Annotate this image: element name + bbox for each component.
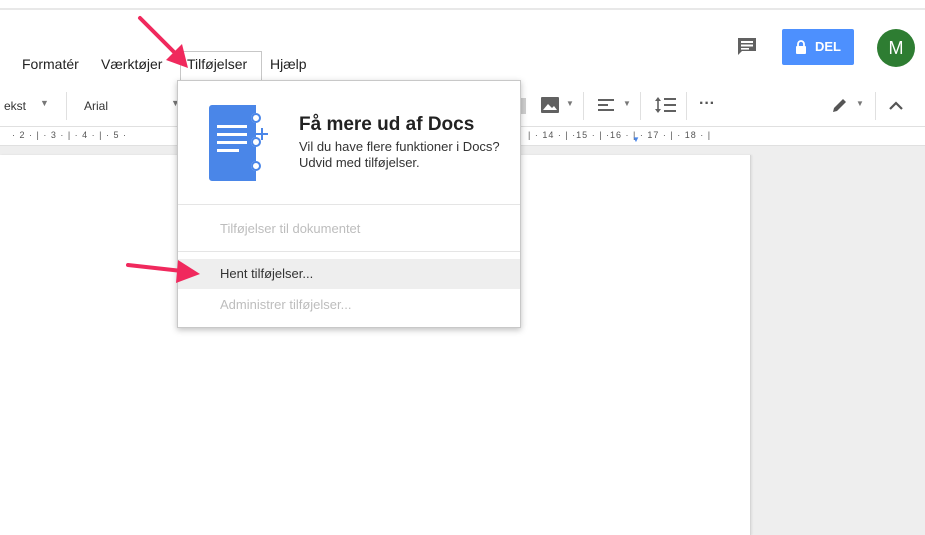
promo-description: Vil du have flere funktioner i Docs? Udv… bbox=[299, 139, 500, 170]
more-icon[interactable]: ··· bbox=[699, 95, 715, 113]
menu-divider bbox=[178, 251, 520, 252]
chevron-down-icon: ▼ bbox=[623, 99, 631, 108]
share-label: DEL bbox=[815, 39, 841, 54]
promo-title: Få mere ud af Docs bbox=[299, 114, 475, 135]
annotation-arrow-icon bbox=[136, 14, 196, 72]
toolbar-divider bbox=[686, 92, 687, 120]
font-select[interactable]: Arial bbox=[84, 99, 108, 113]
chevron-down-icon: ▼ bbox=[566, 99, 574, 108]
chevron-down-icon: ▼ bbox=[40, 98, 49, 108]
get-addons-item[interactable]: Hent tilføjelser... bbox=[178, 259, 520, 289]
edit-mode-pencil-icon[interactable] bbox=[830, 95, 850, 115]
menu-addons[interactable]: Tilføjelser bbox=[187, 55, 247, 73]
menu-divider bbox=[178, 204, 520, 205]
menu-format[interactable]: Formatér bbox=[22, 55, 79, 73]
toolbar-divider bbox=[66, 92, 67, 120]
annotation-arrow-icon bbox=[124, 252, 202, 286]
share-button[interactable]: DEL bbox=[782, 29, 854, 65]
align-left-icon[interactable] bbox=[598, 98, 614, 112]
insert-image-icon[interactable] bbox=[540, 96, 560, 114]
collapse-up-icon[interactable] bbox=[888, 98, 904, 110]
toolbar-divider bbox=[875, 92, 876, 120]
docs-addon-icon bbox=[208, 103, 272, 183]
style-select[interactable]: ekst bbox=[4, 99, 26, 113]
ruler-left-marks: · 2 · | · 3 · | · 4 · | · 5 · bbox=[12, 130, 128, 140]
manage-addons-item[interactable]: Administrer tilføjelser... bbox=[178, 290, 520, 320]
addons-dropdown: Få mere ud af Docs Vil du have flere fun… bbox=[177, 80, 521, 328]
top-divider bbox=[0, 8, 925, 10]
ruler-right-marks: | · 14 · | ·15 · | ·16 · | · 17 · | · 18… bbox=[528, 130, 712, 140]
lock-icon bbox=[795, 40, 807, 54]
avatar[interactable]: M bbox=[877, 29, 915, 67]
line-spacing-icon[interactable] bbox=[654, 96, 676, 114]
menu-help[interactable]: Hjælp bbox=[270, 55, 307, 73]
toolbar-divider bbox=[640, 92, 641, 120]
indent-marker-icon[interactable]: ▼ bbox=[632, 135, 640, 144]
addons-section-header: Tilføjelser til dokumentet bbox=[220, 221, 361, 236]
comment-icon[interactable] bbox=[735, 35, 759, 59]
chevron-down-icon: ▼ bbox=[856, 99, 864, 108]
toolbar-divider bbox=[583, 92, 584, 120]
